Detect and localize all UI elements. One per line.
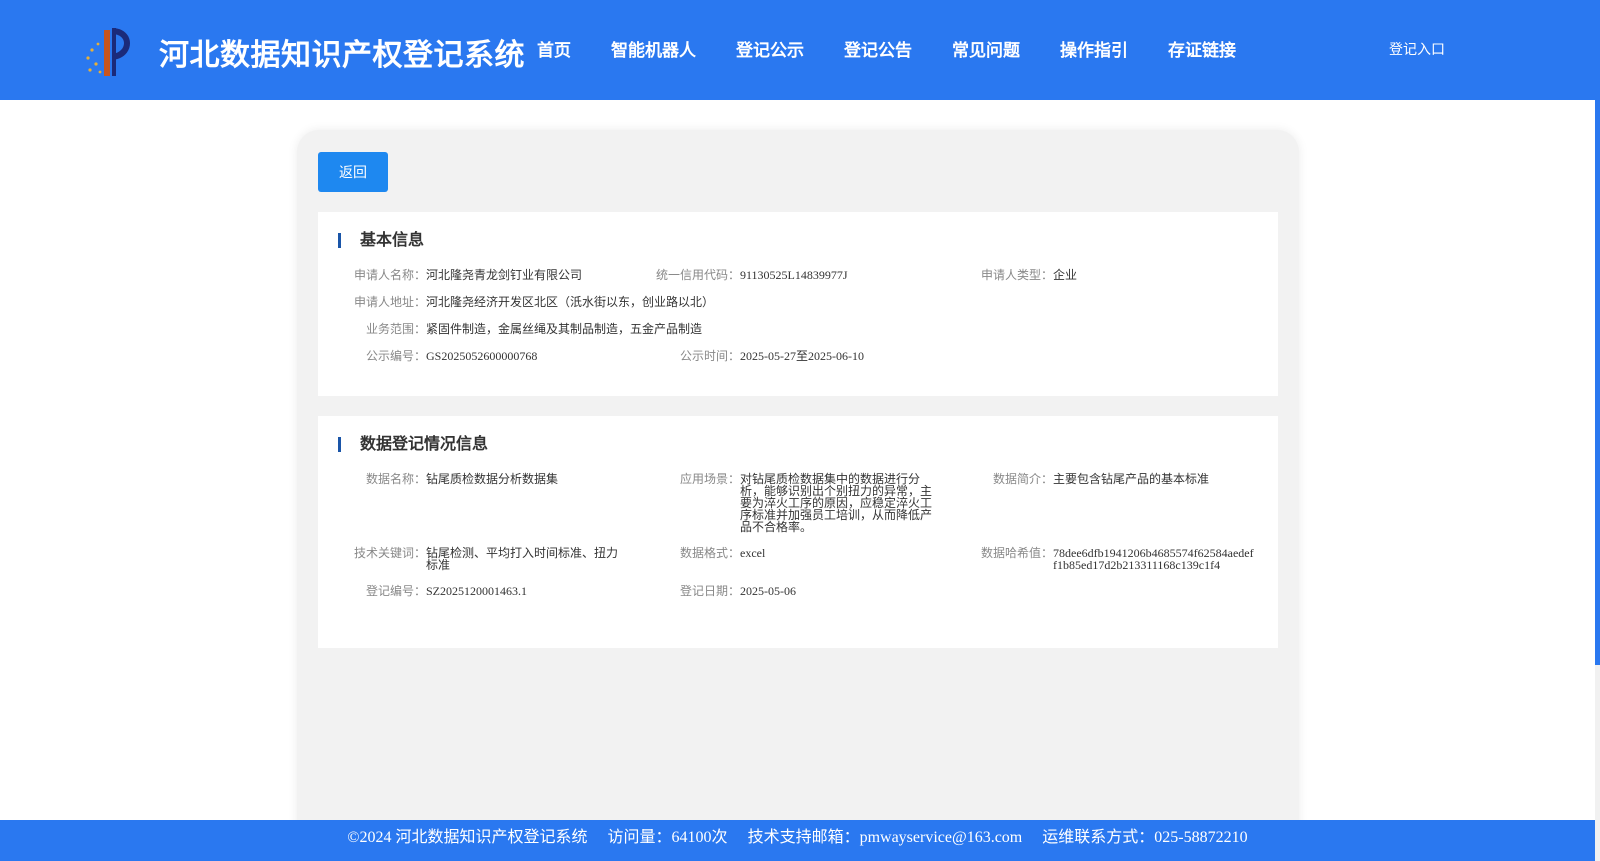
data-name-value: 钻尾质检数据分析数据集 (426, 472, 559, 486)
notice-time-field: 公示时间： 2025-05-27至2025-06-10 (656, 350, 864, 362)
scenario-value: 对钻尾质检数据集中的数据进行分析，能够识别出个别扭力的异常，主要为淬火工序的原因… (740, 472, 933, 534)
nav-registration-announcement[interactable]: 登记公告 (844, 36, 912, 61)
applicant-name-field: 申请人名称： 河北隆尧青龙剑钉业有限公司 (354, 269, 582, 281)
keywords-value: 钻尾检测、平均打入时间标准、扭力标准 (426, 546, 619, 572)
summary-value: 主要包含钻尾产品的基本标准 (1053, 472, 1210, 486)
scrollbar-thumb[interactable] (1595, 0, 1600, 665)
notice-no-field: 公示编号： GS2025052600000768 (354, 350, 537, 362)
field-label: 业务范围： (365, 322, 426, 336)
data-info-title: 数据登记情况信息 (360, 434, 489, 453)
basic-info-card: 基本信息 申请人名称： 河北隆尧青龙剑钉业有限公司 统一信用代码： 911305… (318, 212, 1278, 396)
nav-registration-publicity[interactable]: 登记公示 (736, 36, 804, 61)
site-title: 河北数据知识产权登记系统 (159, 38, 525, 73)
summary-field: 数据简介： 主要包含钻尾产品的基本标准 (985, 473, 1209, 485)
field-label: 数据简介： (992, 472, 1053, 486)
field-label: 数据格式： (679, 546, 740, 560)
scope-value: 紧固件制造，金属丝绳及其制品制造，五金产品制造 (426, 322, 703, 336)
scope-field: 业务范围： 紧固件制造，金属丝绳及其制品制造，五金产品制造 (354, 323, 702, 335)
credit-code-value: 91130525L14839977J (740, 268, 848, 282)
field-label: 技术关键词： (354, 546, 427, 560)
field-label: 数据哈希值： (980, 546, 1053, 560)
data-registration-card: 数据登记情况信息 数据名称： 钻尾质检数据分析数据集 应用场景： 对钻尾质检数据… (318, 416, 1278, 648)
scenario-field: 应用场景： 对钻尾质检数据集中的数据进行分析，能够识别出个别扭力的异常，主要为淬… (668, 473, 932, 533)
address-value: 河北隆尧经济开发区北区（汦水街以东，创业路以北） (426, 295, 715, 309)
reg-no-field: 登记编号： SZ2025120001463.1 (354, 585, 527, 597)
footer-contact: 运维联系方式：025-58872210 (1042, 829, 1248, 846)
applicant-type-field: 申请人类型： 企业 (973, 269, 1077, 281)
nav-home[interactable]: 首页 (537, 36, 571, 61)
credit-code-field: 统一信用代码： 91130525L14839977J (656, 269, 848, 281)
nav-guide[interactable]: 操作指引 (1060, 36, 1128, 61)
format-value: excel (740, 546, 766, 560)
nav-robot[interactable]: 智能机器人 (611, 36, 696, 61)
reg-date-value: 2025-05-06 (740, 584, 796, 598)
applicant-name-value: 河北隆尧青龙剑钉业有限公司 (426, 268, 583, 282)
field-label: 登记编号： (365, 584, 426, 598)
main-nav: 首页 智能机器人 登记公示 登记公告 常见问题 操作指引 存证链接 (537, 36, 1276, 61)
address-field: 申请人地址： 河北隆尧经济开发区北区（汦水街以东，创业路以北） (354, 296, 714, 308)
login-link[interactable]: 登记入口 (1389, 39, 1445, 59)
footer-email: 技术支持邮箱：pmwayservice@163.com (747, 829, 1023, 846)
nav-evidence-link[interactable]: 存证链接 (1168, 36, 1236, 61)
footer-copyright: ©2024 河北数据知识产权登记系统 (347, 829, 588, 846)
field-label: 统一信用代码： (656, 268, 741, 282)
site-logo[interactable] (82, 24, 138, 80)
field-label: 应用场景： (679, 472, 740, 486)
data-name-field: 数据名称： 钻尾质检数据分析数据集 (354, 473, 558, 485)
field-label: 申请人地址： (354, 295, 427, 309)
field-label: 登记日期： (679, 584, 740, 598)
field-label: 申请人名称： (354, 268, 427, 282)
basic-info-title: 基本信息 (360, 230, 425, 249)
reg-no-value: SZ2025120001463.1 (426, 584, 528, 598)
field-label: 公示时间： (679, 349, 740, 363)
reg-date-field: 登记日期： 2025-05-06 (668, 585, 796, 597)
nav-faq[interactable]: 常见问题 (952, 36, 1020, 61)
keywords-field: 技术关键词： 钻尾检测、平均打入时间标准、扭力标准 (354, 547, 622, 571)
notice-no-value: GS2025052600000768 (426, 349, 538, 363)
hash-field: 数据哈希值： 78dee6dfb1941206b4685574f62584aed… (973, 547, 1255, 571)
format-field: 数据格式： excel (668, 547, 765, 559)
top-header: 河北数据知识产权登记系统 首页 智能机器人 登记公示 登记公告 常见问题 操作指… (0, 0, 1595, 100)
field-label: 公示编号： (365, 349, 426, 363)
back-button[interactable]: 返回 (318, 152, 388, 192)
page-footer: ©2024 河北数据知识产权登记系统 访问量：64100次 技术支持邮箱：pmw… (0, 820, 1595, 861)
applicant-type-value: 企业 (1053, 268, 1078, 282)
footer-visits: 访问量：64100次 (607, 829, 728, 846)
hash-value: 78dee6dfb1941206b4685574f62584aedeff1b85… (1053, 546, 1254, 572)
field-label: 数据名称： (365, 472, 426, 486)
field-label: 申请人类型： (980, 268, 1053, 282)
notice-time-value: 2025-05-27至2025-06-10 (740, 349, 864, 363)
